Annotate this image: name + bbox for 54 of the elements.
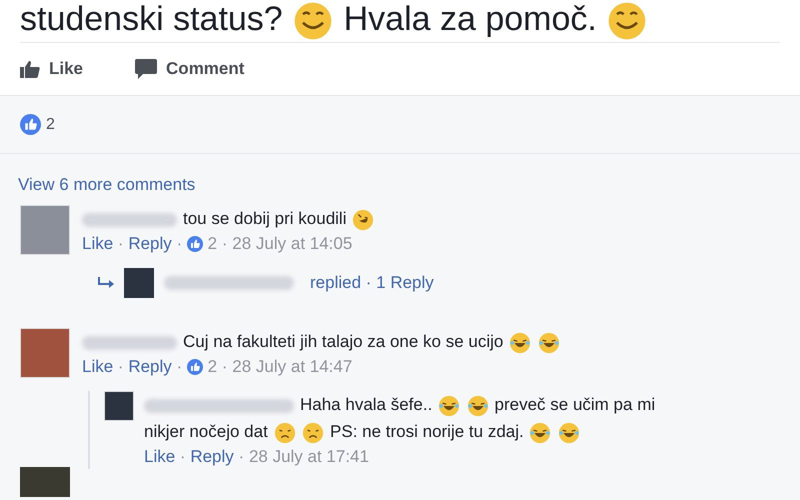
separator-dot: · — [118, 357, 124, 376]
speech-bubble-icon — [135, 59, 158, 79]
comment-action-link[interactable]: Reply — [128, 234, 172, 253]
separator-dot: · — [176, 234, 182, 253]
avatar-photo-placeholder — [20, 328, 70, 378]
comment-button[interactable]: Comment — [135, 59, 244, 79]
like-reaction-icon — [186, 236, 203, 252]
joy-emoji-icon — [509, 332, 532, 354]
comment-text: tou se dobij pri koudili — [183, 209, 346, 228]
comment-time: 28 July at 17:41 — [248, 447, 369, 466]
tired-emoji-icon — [274, 422, 296, 444]
smile-emoji-icon — [293, 1, 334, 41]
like-reaction-icon — [20, 114, 41, 135]
comment-action-link[interactable]: Like — [144, 447, 176, 466]
like-reaction-icon — [186, 359, 203, 375]
joy-emoji-icon — [538, 332, 560, 354]
comment-action-link[interactable]: Reply — [190, 447, 234, 466]
reply-arrow-icon — [98, 277, 114, 289]
comment-action-link[interactable]: Like — [82, 234, 114, 253]
replies-link[interactable]: replied · 1 Reply — [310, 273, 434, 293]
thumbs-up-icon — [20, 60, 40, 78]
reaction-count: 2 — [46, 116, 55, 134]
avatar-photo-placeholder — [20, 467, 70, 497]
avatar-photo-placeholder — [124, 268, 154, 298]
smile-emoji-icon — [607, 1, 648, 41]
avatar-photo-placeholder — [104, 391, 134, 421]
view-more-comments-link[interactable]: View 6 more comments — [18, 175, 800, 195]
joy-emoji-icon — [558, 422, 580, 444]
joy-emoji-icon — [529, 422, 552, 444]
comment-time: 28 July at 14:47 — [232, 357, 352, 376]
like-count: 2 — [208, 234, 218, 253]
like-button[interactable]: Like — [20, 59, 84, 79]
comment-text: Haha hvala šefe.. — [300, 395, 432, 414]
post-text: studenski status? — [20, 0, 283, 38]
comment-text: Cuj na fakulteti jih talajo za one ko se ucijo — [183, 332, 504, 351]
comment-text: preveč se učim pa mi — [494, 395, 656, 414]
separator-dot: · — [176, 357, 182, 376]
comment-action-link[interactable]: Reply — [128, 357, 172, 376]
comment-text: PS: ne trosi norije tu zdaj. — [330, 422, 524, 441]
avatar-photo-placeholder — [20, 205, 70, 255]
joy-emoji-icon — [466, 394, 489, 417]
rofl-emoji-icon — [352, 208, 374, 231]
like-count: 2 — [208, 357, 218, 376]
joy-emoji-icon — [438, 394, 460, 417]
comment-text: nikjer nočejo dat — [144, 422, 268, 441]
post-text: Hvala za pomoč. — [344, 0, 597, 38]
separator-dot: · — [222, 234, 228, 253]
comment-time: 28 July at 14:05 — [232, 234, 352, 253]
separator-dot: · — [180, 447, 186, 466]
separator-dot: · — [222, 357, 228, 376]
comment-action-link[interactable]: Like — [82, 357, 114, 376]
separator-dot: · — [238, 447, 244, 466]
tired-emoji-icon — [302, 422, 324, 444]
separator-dot: · — [118, 234, 124, 253]
